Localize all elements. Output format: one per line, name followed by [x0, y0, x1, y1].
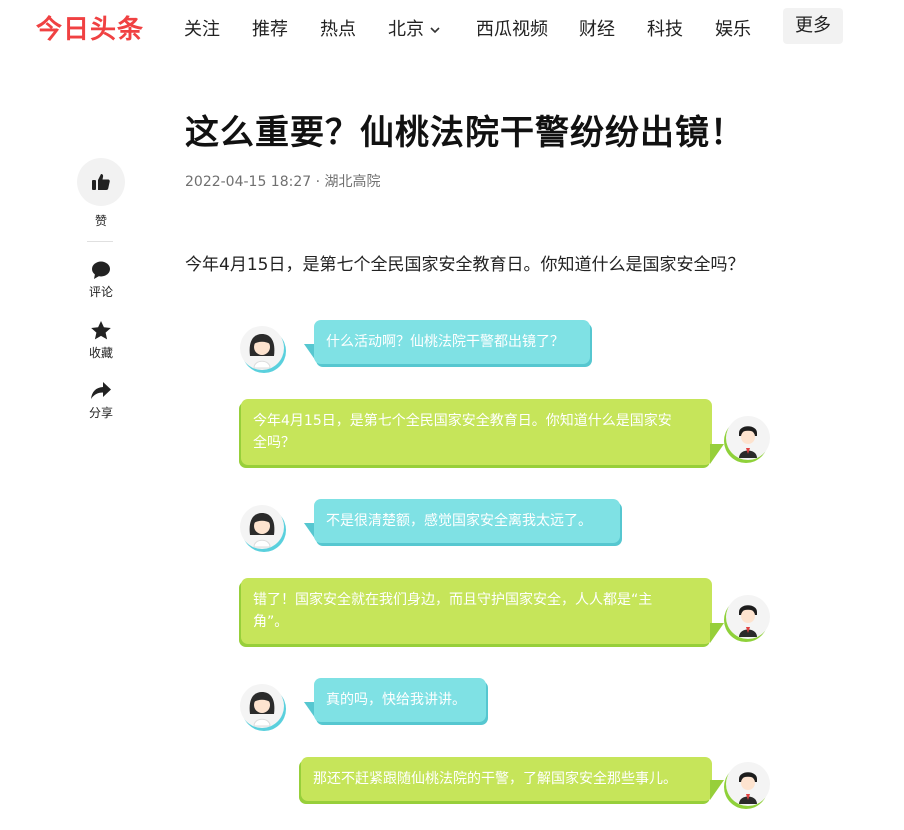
- like-button[interactable]: 赞: [76, 158, 126, 229]
- like-label: 赞: [94, 214, 107, 228]
- chat-text-line2: 全吗？: [253, 435, 295, 451]
- bubble-tail: [710, 780, 724, 800]
- girl-avatar: [240, 505, 284, 549]
- share-label: 分享: [88, 406, 113, 420]
- side-divider: [87, 241, 113, 242]
- chat-bubble-boy: 错了！国家安全就在我们身边，而且守护国家安全，人人都是“主 角”。: [241, 578, 712, 644]
- star-icon: [91, 321, 111, 340]
- chevron-down-icon: [430, 27, 440, 34]
- boy-avatar: [726, 416, 770, 460]
- girl-avatar: [240, 326, 284, 370]
- article-lead: 今年4月15日，是第七个全民国家安全教育日。你知道什么是国家安全吗？: [185, 255, 745, 275]
- chat-text: 不是很清楚额，感觉国家安全离我太远了。: [326, 513, 592, 529]
- boy-avatar-icon: [739, 426, 757, 458]
- chat-bubble-boy: 那还不赶紧跟随仙桃法院的干警，了解国家安全那些事儿。: [301, 757, 712, 801]
- site-logo[interactable]: 今日头条: [36, 9, 144, 46]
- girl-avatar-icon: [249, 692, 275, 727]
- chat-text-line2: 角”。: [253, 614, 289, 630]
- girl-avatar-icon: [249, 334, 275, 369]
- chat-bubble-girl: 什么活动啊？仙桃法院干警都出镜了？: [314, 320, 590, 364]
- bubble-tail: [710, 444, 724, 464]
- girl-avatar: [240, 684, 284, 728]
- nav-item-xigua-video[interactable]: 西瓜视频: [476, 15, 548, 41]
- collect-label: 收藏: [88, 346, 113, 360]
- like-circle[interactable]: [77, 158, 125, 206]
- side-action-bar: 赞 评论 收藏 分享: [76, 158, 126, 421]
- girl-avatar-icon: [249, 513, 275, 548]
- nav-item-hot[interactable]: 热点: [320, 15, 356, 41]
- nav-more-button[interactable]: 更多: [783, 8, 843, 44]
- article-meta: 2022-04-15 18:27 · 湖北高院: [185, 174, 381, 190]
- boy-avatar: [726, 595, 770, 639]
- article-title: 这么重要？仙桃法院干警纷纷出镜！: [185, 113, 745, 153]
- collect-button[interactable]: 收藏: [76, 320, 126, 361]
- share-icon: [91, 382, 111, 399]
- thumbs-up-icon: [92, 174, 110, 190]
- chat-text: 那还不赶紧跟随仙桃法院的干警，了解国家安全那些事儿。: [313, 771, 677, 787]
- nav-item-beijing-label: 北京: [388, 19, 424, 40]
- chat-bubble-girl: 不是很清楚额，感觉国家安全离我太远了。: [314, 499, 620, 543]
- top-nav: 今日头条 关注 推荐 热点 北京 西瓜视频 财经 科技 娱乐 更多: [0, 0, 904, 54]
- comment-label: 评论: [88, 285, 113, 299]
- comment-icon: [92, 261, 110, 279]
- boy-avatar-icon: [739, 605, 757, 637]
- nav-item-finance[interactable]: 财经: [579, 15, 615, 41]
- chat-text-line1: 错了！国家安全就在我们身边，而且守护国家安全，人人都是“主: [253, 592, 653, 608]
- chat-text: 真的吗，快给我讲讲。: [326, 692, 466, 708]
- chat-text-line1: 今年4月15日，是第七个全民国家安全教育日。你知道什么是国家安: [253, 413, 672, 429]
- boy-avatar-icon: [739, 772, 757, 804]
- bubble-tail: [710, 623, 724, 643]
- nav-item-follow[interactable]: 关注: [184, 15, 220, 41]
- nav-item-entertainment[interactable]: 娱乐: [715, 15, 751, 41]
- chat-bubble-girl: 真的吗，快给我讲讲。: [314, 678, 486, 722]
- chat-text: 什么活动啊？仙桃法院干警都出镜了？: [326, 334, 564, 350]
- share-button[interactable]: 分享: [76, 381, 126, 421]
- nav-item-tech[interactable]: 科技: [647, 15, 683, 41]
- nav-item-beijing[interactable]: 北京: [388, 15, 442, 41]
- comment-button[interactable]: 评论: [76, 260, 126, 300]
- nav-item-recommend[interactable]: 推荐: [252, 15, 288, 41]
- boy-avatar: [726, 762, 770, 806]
- chat-bubble-boy: 今年4月15日，是第七个全民国家安全教育日。你知道什么是国家安 全吗？: [241, 399, 712, 465]
